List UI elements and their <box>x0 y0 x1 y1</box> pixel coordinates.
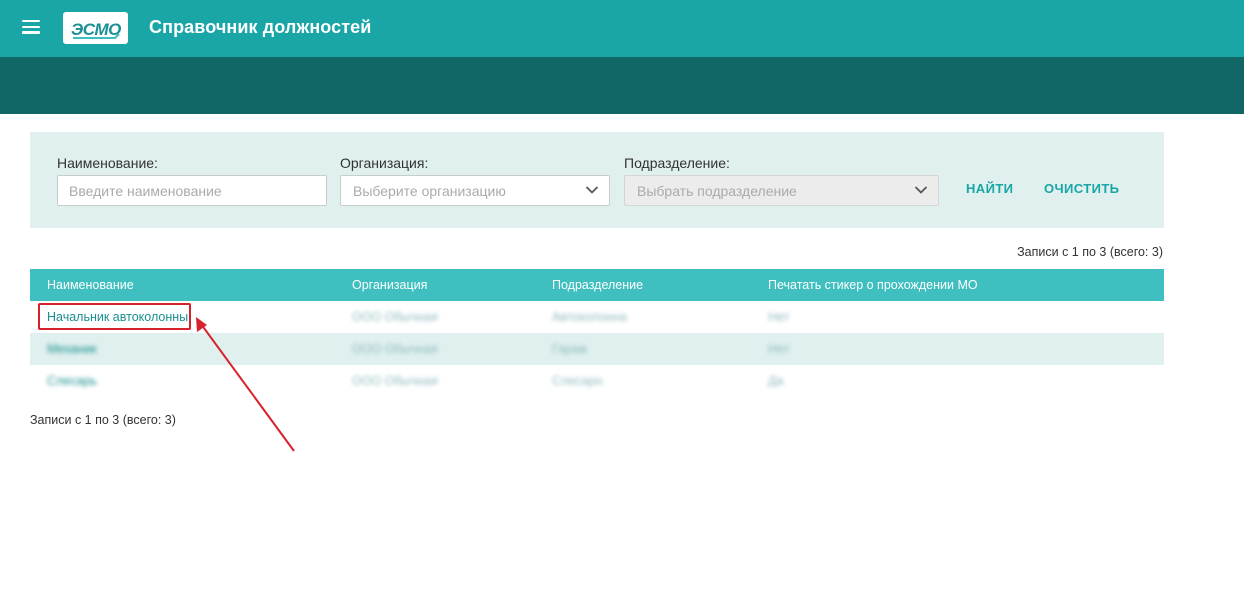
app-logo[interactable]: ЭСМО <box>63 12 128 44</box>
position-name-link[interactable]: Механик <box>47 342 97 356</box>
org-select-placeholder: Выберите организацию <box>353 183 506 199</box>
column-header-name[interactable]: Наименование <box>47 278 134 292</box>
column-header-print-sticker[interactable]: Печатать стикер о прохождении МО <box>768 278 978 292</box>
header-subbar <box>0 57 1244 114</box>
records-info-top: Записи с 1 по 3 (всего: 3) <box>1017 245 1163 259</box>
org-select[interactable]: Выберите организацию <box>340 175 610 206</box>
clear-button[interactable]: ОЧИСТИТЬ <box>1044 181 1119 196</box>
name-filter-label: Наименование: <box>57 155 158 171</box>
organization-cell: ООО Обычная <box>352 374 438 388</box>
chevron-down-icon <box>585 186 599 194</box>
dept-filter-label: Подразделение: <box>624 155 730 171</box>
print-sticker-cell: Нет <box>768 310 790 324</box>
column-header-organization[interactable]: Организация <box>352 278 427 292</box>
esmo-logo-icon: ЭСМО <box>71 20 122 39</box>
name-filter-field[interactable] <box>57 175 327 206</box>
column-header-department[interactable]: Подразделение <box>552 278 643 292</box>
department-cell: Гараж <box>552 342 588 356</box>
table-row[interactable]: Начальник автоколонны ООО Обычная Автоко… <box>30 301 1164 333</box>
org-filter-label: Организация: <box>340 155 429 171</box>
department-cell: Слесарн <box>552 374 603 388</box>
page-title: Справочник должностей <box>149 17 372 37</box>
department-cell: Автоколонна <box>552 310 627 324</box>
positions-table: Наименование Организация Подразделение П… <box>30 269 1164 397</box>
print-sticker-cell: Да <box>768 374 784 388</box>
print-sticker-cell: Нет <box>768 342 790 356</box>
organization-cell: ООО Обычная <box>352 310 438 324</box>
find-button[interactable]: НАЙТИ <box>966 181 1013 196</box>
table-header: Наименование Организация Подразделение П… <box>30 269 1164 301</box>
dept-select-placeholder: Выбрать подразделение <box>637 183 797 199</box>
table-row[interactable]: Слесарь ООО Обычная Слесарн Да <box>30 365 1164 397</box>
organization-cell: ООО Обычная <box>352 342 438 356</box>
dept-select[interactable]: Выбрать подразделение <box>624 175 939 206</box>
records-info-bottom: Записи с 1 по 3 (всего: 3) <box>30 413 176 427</box>
hamburger-menu-icon[interactable] <box>22 20 40 34</box>
svg-text:ЭСМО: ЭСМО <box>71 20 121 39</box>
table-row[interactable]: Механик ООО Обычная Гараж Нет <box>30 333 1164 365</box>
highlight-box <box>38 303 191 330</box>
name-filter-input[interactable] <box>58 176 326 205</box>
chevron-down-icon <box>914 186 928 194</box>
position-name-link[interactable]: Слесарь <box>47 374 97 388</box>
